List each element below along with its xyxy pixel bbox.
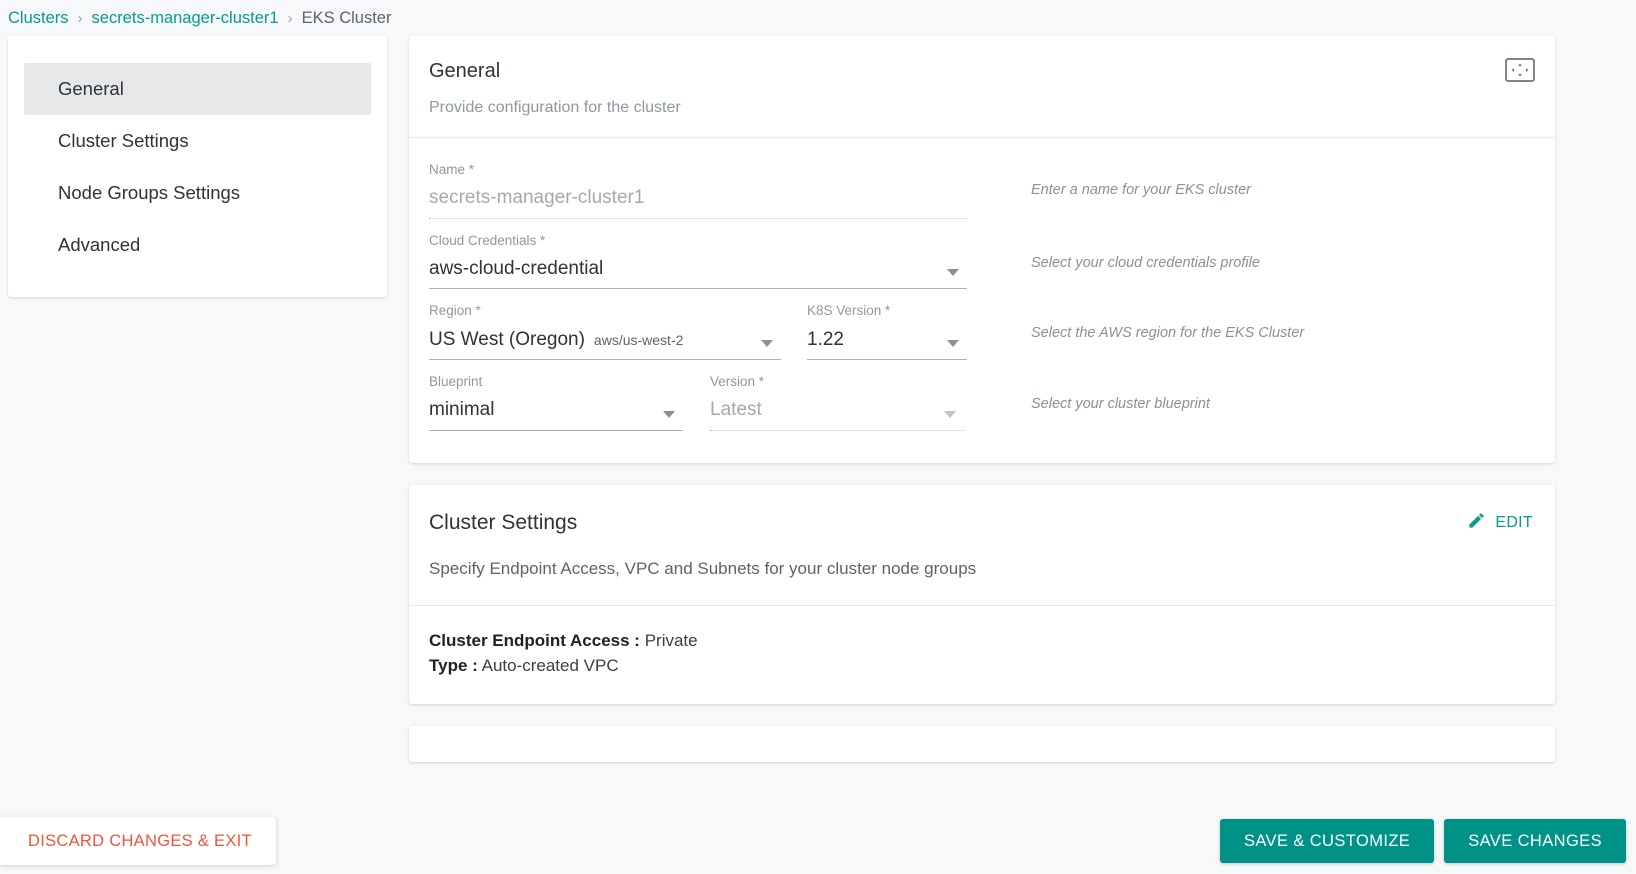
- k8s-version-field: K8S Version * 1.22: [807, 289, 967, 361]
- breadcrumb-item-current: EKS Cluster: [301, 8, 392, 27]
- region-sub-value: aws/us-west-2: [593, 331, 684, 348]
- cluster-settings-header: Cluster Settings Specify Endpoint Access…: [409, 485, 1555, 606]
- cluster-settings-title: Cluster Settings: [429, 510, 578, 534]
- general-card-subtitle: Provide configuration for the cluster: [429, 99, 681, 116]
- edit-button[interactable]: EDIT: [1467, 511, 1533, 535]
- detail-key: Type :: [429, 656, 478, 676]
- cloud-credentials-select[interactable]: aws-cloud-credential: [429, 255, 967, 290]
- content-column: General Provide configuration for the cl…: [409, 36, 1555, 784]
- name-input[interactable]: secrets-manager-cluster1: [429, 184, 967, 219]
- sidebar-item-general[interactable]: General: [24, 63, 371, 115]
- region-field: Region * US West (Oregon) aws/us-west-2: [429, 289, 781, 361]
- edit-button-label: EDIT: [1495, 513, 1533, 531]
- save-and-customize-button[interactable]: SAVE & CUSTOMIZE: [1219, 819, 1435, 863]
- region-value: US West (Oregon): [429, 328, 585, 350]
- general-card-title: General: [429, 60, 501, 82]
- region-select[interactable]: US West (Oregon) aws/us-west-2: [429, 326, 781, 361]
- sidebar-item-label: General: [58, 78, 124, 99]
- version-label: Version *: [710, 374, 765, 390]
- detail-value: Auto-created VPC: [481, 656, 619, 676]
- discard-button-container: DISCARD CHANGES & EXIT: [0, 817, 276, 865]
- sidebar-item-node-groups-settings[interactable]: Node Groups Settings: [24, 167, 371, 219]
- blueprint-hint: Select your cluster blueprint: [1031, 396, 1210, 413]
- primary-actions: SAVE & CUSTOMIZE SAVE CHANGES: [1219, 819, 1636, 863]
- k8s-version-label: K8S Version *: [807, 303, 891, 319]
- sidebar-item-label: Cluster Settings: [58, 130, 189, 151]
- chevron-down-icon[interactable]: [944, 410, 956, 418]
- name-field-label: Name *: [429, 162, 475, 177]
- action-bar: DISCARD CHANGES & EXIT SAVE & CUSTOMIZE …: [0, 808, 1636, 874]
- blueprint-select[interactable]: minimal: [429, 396, 683, 431]
- next-card-partial: [409, 726, 1555, 763]
- breadcrumb-separator: ›: [287, 9, 293, 27]
- name-field-hint: Enter a name for your EKS cluster: [1031, 182, 1252, 198]
- blueprint-field: Blueprint minimal: [429, 360, 683, 431]
- pencil-icon: [1467, 511, 1486, 535]
- version-field: Version * Latest: [710, 360, 964, 431]
- section-nav: General Cluster Settings Node Groups Set…: [8, 36, 387, 297]
- save-changes-button[interactable]: SAVE CHANGES: [1444, 819, 1626, 863]
- cluster-settings-card: Cluster Settings Specify Endpoint Access…: [409, 484, 1555, 705]
- form-row-name: Name * secrets-manager-cluster1 Enter a …: [429, 148, 1535, 219]
- cloud-credentials-hint: Select your cloud credentials profile: [1031, 254, 1260, 271]
- sidebar-item-cluster-settings[interactable]: Cluster Settings: [24, 115, 371, 167]
- cloud-credentials-field: Cloud Credentials * aws-cloud-credential: [429, 219, 967, 290]
- discard-changes-and-exit-button[interactable]: DISCARD CHANGES & EXIT: [28, 832, 252, 851]
- name-field: Name * secrets-manager-cluster1: [429, 148, 967, 219]
- sidebar-item-advanced[interactable]: Advanced: [24, 219, 371, 271]
- chevron-down-icon[interactable]: [663, 410, 675, 418]
- cluster-settings-details: Cluster Endpoint Access : Private Type :…: [409, 606, 1555, 704]
- cloud-credentials-label: Cloud Credentials *: [429, 232, 546, 248]
- version-select[interactable]: Latest: [710, 396, 964, 431]
- form-row-cloud-credentials: Cloud Credentials * aws-cloud-credential…: [429, 219, 1535, 290]
- form-row-region: Region * US West (Oregon) aws/us-west-2 K…: [429, 289, 1535, 361]
- sidebar-item-label: Node Groups Settings: [58, 182, 241, 203]
- region-hint: Select the AWS region for the EKS Cluste…: [1031, 325, 1305, 342]
- detail-key: Cluster Endpoint Access :: [429, 630, 640, 650]
- chevron-down-icon[interactable]: [947, 340, 959, 348]
- sidebar-item-label: Advanced: [58, 234, 141, 255]
- detail-value: Private: [644, 630, 698, 650]
- blueprint-label: Blueprint: [429, 374, 483, 390]
- form-row-blueprint: Blueprint minimal Version * Latest Selec…: [429, 360, 1535, 431]
- cluster-settings-subtitle: Specify Endpoint Access, VPC and Subnets…: [429, 558, 977, 578]
- breadcrumb-item-clusters[interactable]: Clusters: [8, 9, 69, 28]
- expand-arrows-icon[interactable]: [1505, 58, 1535, 82]
- k8s-version-select[interactable]: 1.22: [807, 326, 967, 361]
- general-card-header: General Provide configuration for the cl…: [409, 36, 1555, 138]
- breadcrumb: Clusters › secrets-manager-cluster1 › EK…: [0, 0, 1636, 36]
- detail-row-endpoint-access: Cluster Endpoint Access : Private: [429, 628, 1535, 653]
- detail-row-type: Type : Auto-created VPC: [429, 653, 1535, 678]
- general-form: Name * secrets-manager-cluster1 Enter a …: [409, 138, 1555, 463]
- chevron-down-icon[interactable]: [947, 269, 959, 277]
- breadcrumb-item-cluster-name[interactable]: secrets-manager-cluster1: [92, 9, 279, 28]
- page-body: General Cluster Settings Node Groups Set…: [0, 36, 1636, 784]
- breadcrumb-separator: ›: [77, 9, 83, 27]
- region-label: Region *: [429, 303, 481, 319]
- general-card: General Provide configuration for the cl…: [409, 36, 1555, 463]
- chevron-down-icon[interactable]: [761, 340, 773, 348]
